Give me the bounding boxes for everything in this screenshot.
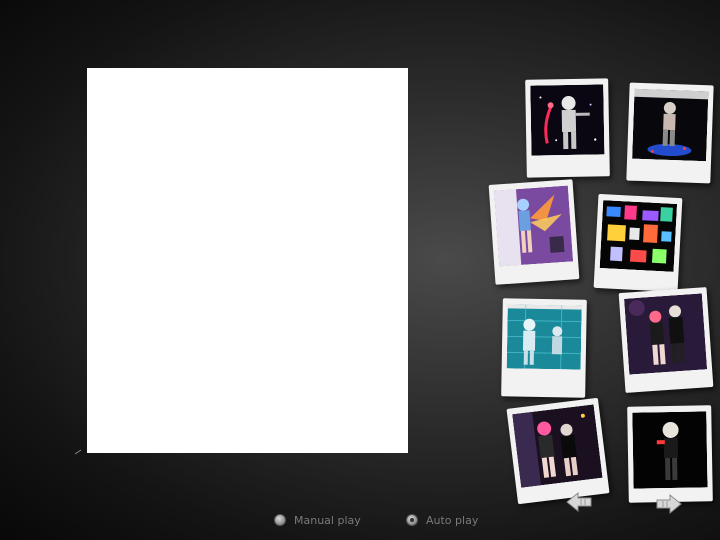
auto-play-radio[interactable] bbox=[406, 514, 418, 526]
corner-mark-icon bbox=[74, 449, 82, 455]
thumbnail-7[interactable] bbox=[506, 397, 610, 505]
thumbnail-4-image bbox=[599, 200, 678, 272]
manual-play-option[interactable]: Manual play bbox=[274, 511, 361, 529]
thumbnail-5[interactable] bbox=[501, 298, 587, 398]
thumbnail-8[interactable] bbox=[627, 405, 713, 503]
main-photo-display bbox=[87, 68, 408, 453]
thumbnail-1-image bbox=[530, 84, 605, 156]
thumbnail-8-image bbox=[632, 411, 708, 489]
manual-play-radio[interactable] bbox=[274, 514, 286, 526]
thumbnail-6-image bbox=[624, 293, 708, 375]
arrow-left-icon[interactable] bbox=[564, 490, 594, 514]
thumbnail-2[interactable] bbox=[626, 82, 714, 184]
thumbnail-2-image bbox=[632, 88, 709, 162]
thumbnail-4[interactable] bbox=[593, 193, 683, 293]
arrow-right-icon[interactable] bbox=[654, 492, 684, 516]
thumbnail-7-image bbox=[512, 404, 603, 488]
slideshow-viewer: Manual play Auto play bbox=[0, 0, 720, 540]
thumbnail-6[interactable] bbox=[618, 287, 714, 393]
auto-play-label: Auto play bbox=[426, 513, 479, 527]
thumbnail-5-image bbox=[506, 304, 582, 370]
play-mode-controls: Manual play Auto play bbox=[274, 511, 504, 531]
thumbnail-1[interactable] bbox=[525, 78, 610, 178]
auto-play-option[interactable]: Auto play bbox=[406, 511, 478, 529]
thumbnail-3-image bbox=[494, 185, 574, 267]
thumbnail-3[interactable] bbox=[488, 179, 580, 285]
manual-play-label: Manual play bbox=[294, 513, 361, 527]
